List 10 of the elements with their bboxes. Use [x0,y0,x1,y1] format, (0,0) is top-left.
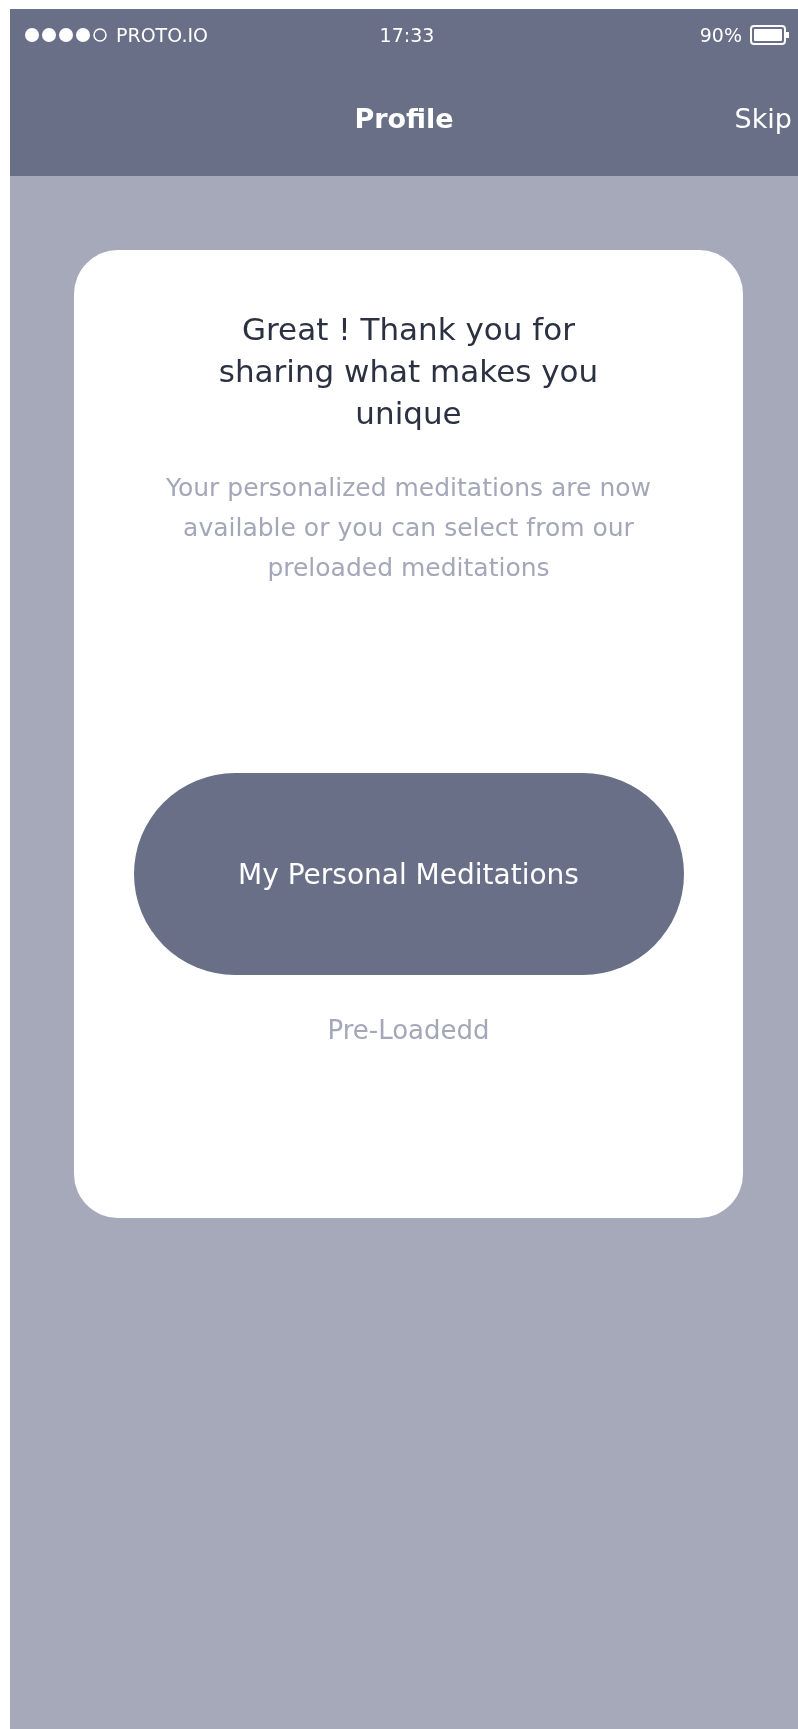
personal-meditations-button[interactable]: My Personal Meditations [133,773,684,975]
signal-icon [24,27,108,43]
battery-percent: 90% [699,24,742,46]
card-message: Your personalized meditations are now available or you can select from our preloaded meditations [164,472,652,584]
battery-icon [750,25,790,45]
card-title: Great ! Thank you for sharing what makes you unique [217,310,600,433]
status-time: 17:33 [379,24,435,46]
screen-title: Profile [354,103,454,134]
carrier-name: PROTO.IO [116,24,208,46]
skip-button[interactable]: Skip [734,103,792,134]
